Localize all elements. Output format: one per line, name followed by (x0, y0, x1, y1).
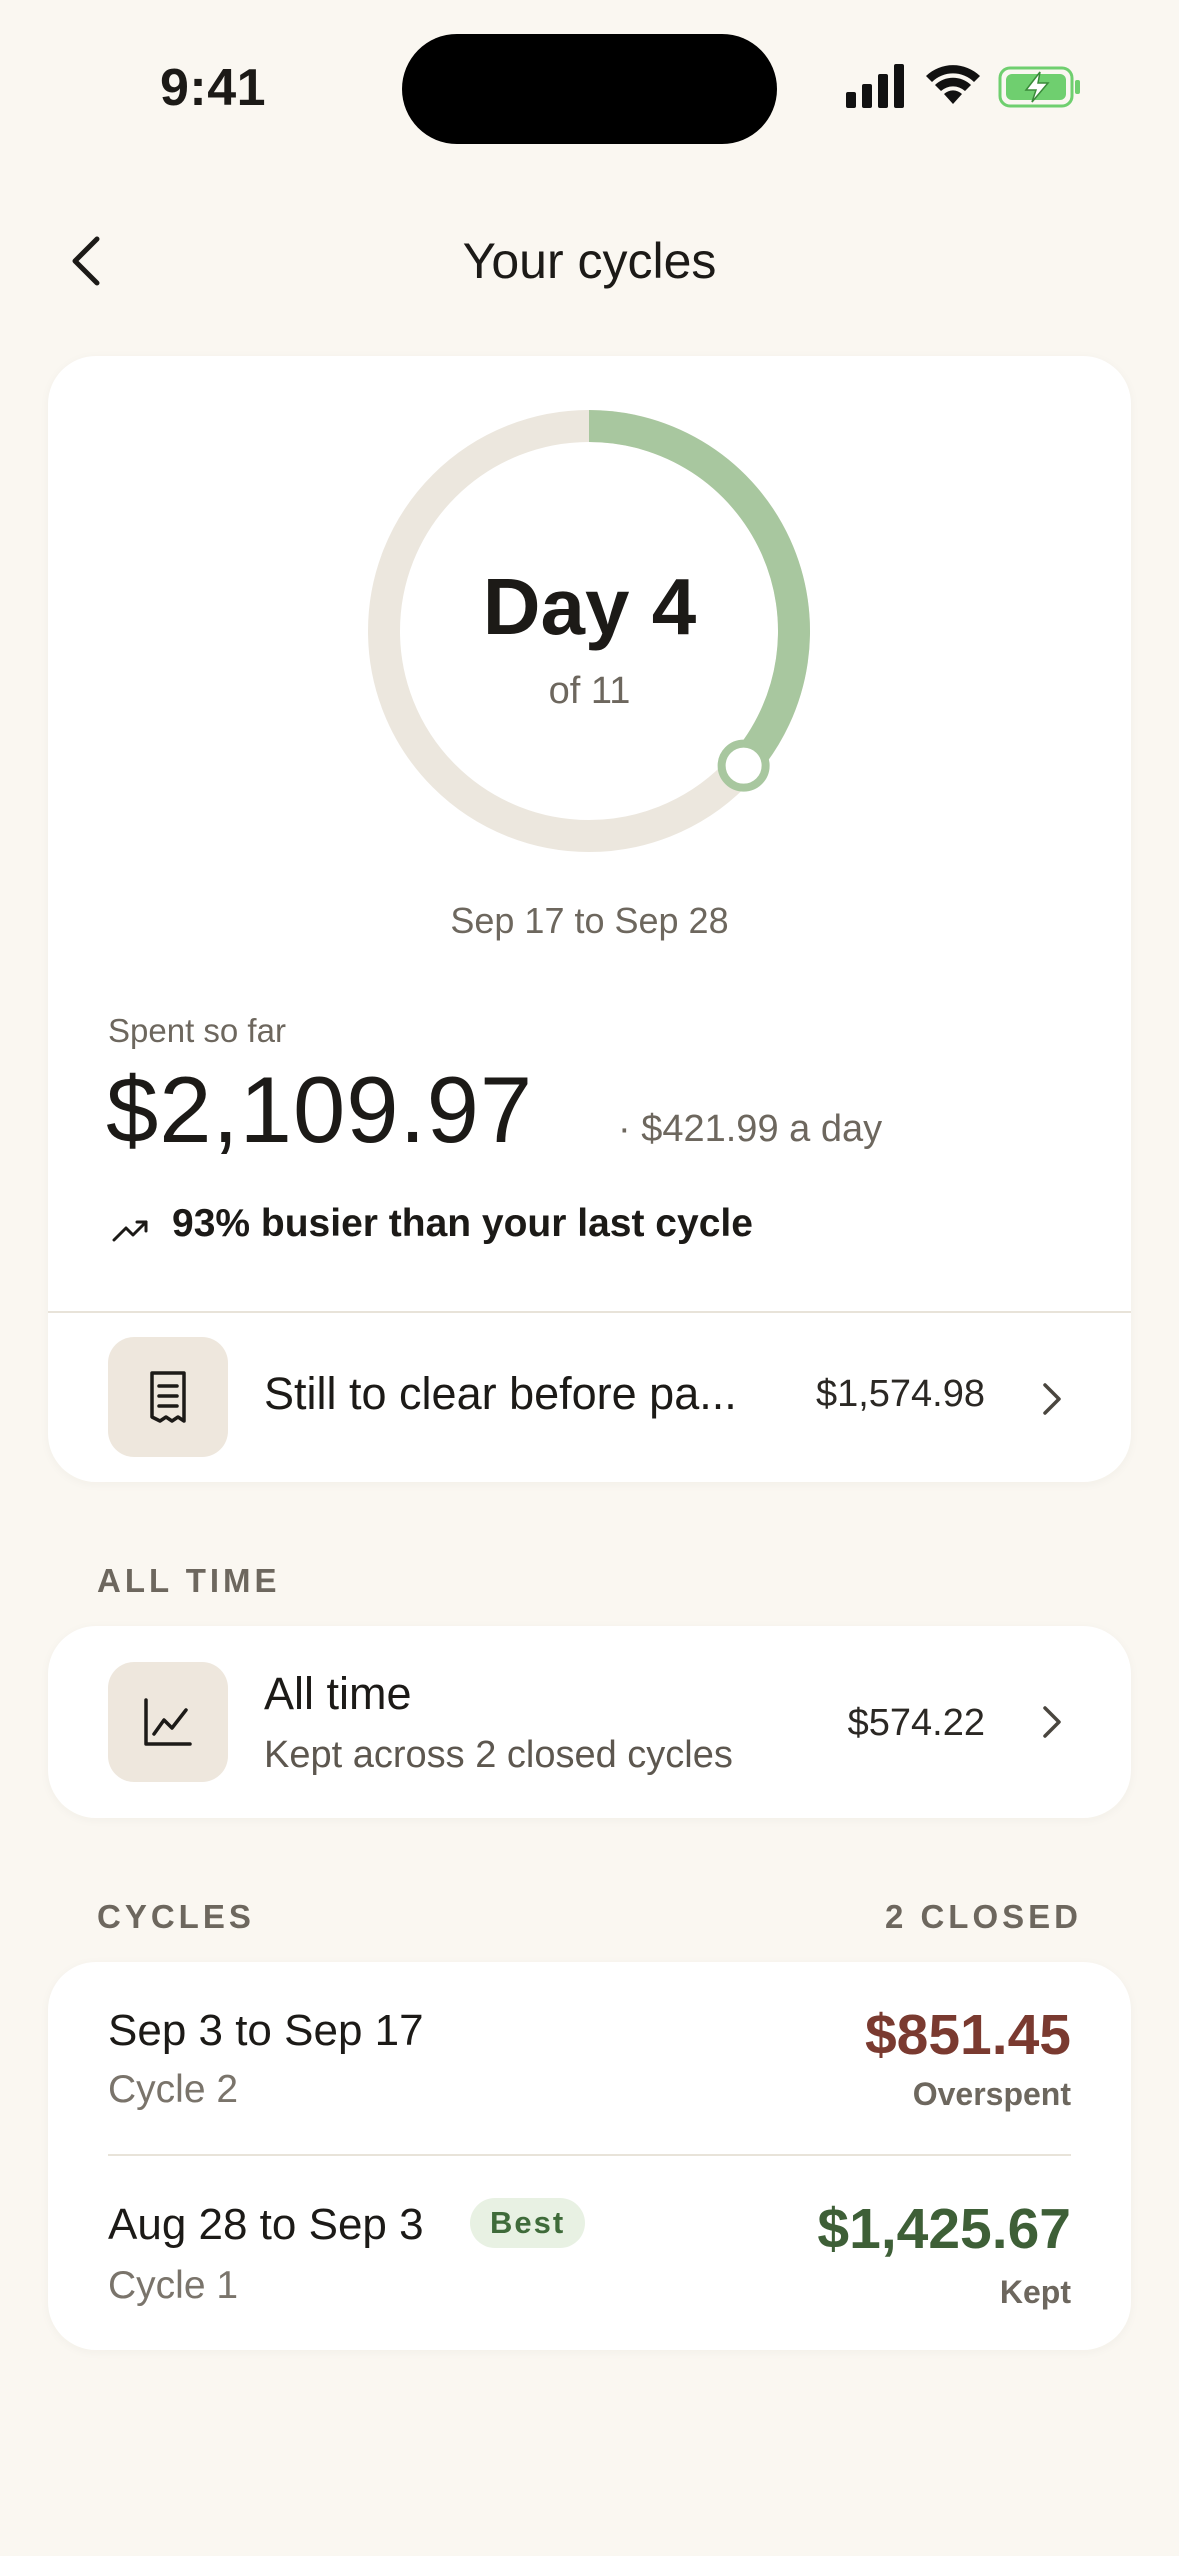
still-to-clear-label: Still to clear before pa... (264, 1368, 737, 1419)
cellular-signal-icon (846, 64, 904, 108)
best-badge: Best (470, 2198, 586, 2248)
spent-label: Spent so far (108, 1012, 286, 1049)
spent-amount: $2,109.97 (106, 1057, 534, 1162)
cycles-section-header: CYCLES (97, 1898, 255, 1935)
cycle-status: Kept (999, 2274, 1071, 2310)
chevron-right-icon (1043, 1383, 1061, 1415)
cycle-amount: $851.45 (864, 2003, 1071, 2067)
cycle-date-range: Sep 17 to Sep 28 (450, 900, 729, 941)
chart-icon-tile (108, 1662, 228, 1782)
cycle-row[interactable]: Sep 3 to Sep 17 Cycle 2 $851.45 Overspen… (48, 1962, 1131, 2156)
receipt-icon-tile (108, 1337, 228, 1457)
cycle-amount: $1,425.67 (817, 2197, 1071, 2261)
still-to-clear-amount: $1,574.98 (815, 1373, 985, 1415)
chevron-right-icon (1043, 1706, 1061, 1738)
dynamic-island (402, 34, 777, 144)
cycle-name: Cycle 1 (108, 2264, 239, 2307)
wifi-icon (926, 65, 980, 104)
trend-comparison: 93% busier than your last cycle (172, 1202, 753, 1245)
current-day: Day 4 (482, 562, 697, 651)
cycle-dates: Aug 28 to Sep 3 (108, 2200, 424, 2249)
all-time-section-header: ALL TIME (97, 1562, 281, 1599)
cycle-name: Cycle 2 (108, 2068, 239, 2111)
all-time-title: All time (264, 1668, 412, 1719)
cycle-dates: Sep 3 to Sep 17 (108, 2006, 424, 2055)
cycle-row[interactable]: Aug 28 to Sep 3 Best Cycle 1 $1,425.67 K… (48, 2156, 1131, 2350)
total-days: of 11 (548, 670, 631, 712)
screen: 9:41 Your cycles Day 4 of 11 Sep 17 to S… (0, 0, 1179, 2556)
all-time-subtitle: Kept across 2 closed cycles (264, 1734, 733, 1776)
battery-charging-icon (998, 66, 1080, 108)
cycle-progress-knob (717, 739, 770, 792)
cycle-status: Overspent (912, 2076, 1071, 2112)
line-chart-icon (144, 1698, 192, 1746)
current-cycle-card: Day 4 of 11 Sep 17 to Sep 28 Spent so fa… (48, 356, 1131, 1482)
cycles-list-card: Sep 3 to Sep 17 Cycle 2 $851.45 Overspen… (48, 1962, 1131, 2350)
receipt-icon (150, 1371, 186, 1423)
daily-average: · $421.99 a day (618, 1108, 883, 1150)
all-time-card[interactable]: All time Kept across 2 closed cycles $57… (48, 1626, 1131, 1818)
still-to-clear-row[interactable]: Still to clear before pa... $1,574.98 (48, 1313, 1131, 1482)
closed-cycles-count: 2 CLOSED (884, 1898, 1082, 1935)
page-title: Your cycles (462, 233, 717, 289)
trend-up-icon (112, 1220, 148, 1242)
status-time: 9:41 (160, 59, 267, 117)
all-time-amount: $574.22 (847, 1702, 985, 1744)
